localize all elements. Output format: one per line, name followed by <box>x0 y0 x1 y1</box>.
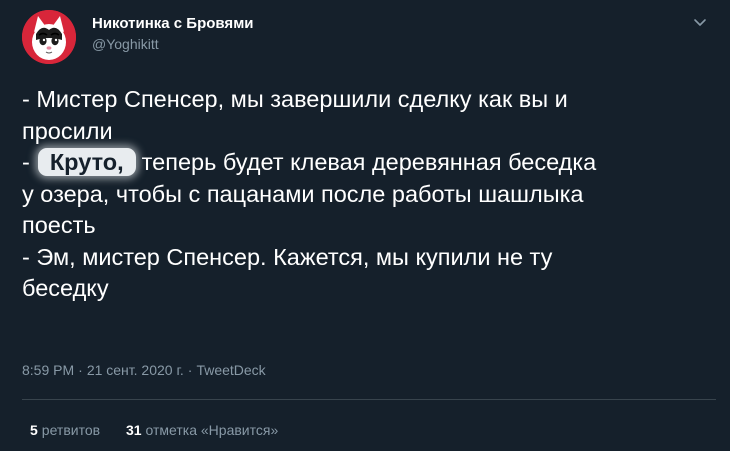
tweet-stats: 5 ретвитов 31 отметка «Нравится» <box>30 420 300 440</box>
chevron-down-icon[interactable] <box>690 12 710 32</box>
retweets-label: ретвитов <box>41 422 101 438</box>
retweets-stat[interactable]: 5 ретвитов <box>30 422 100 438</box>
tweet-line-rest: теперь будет клевая деревянная беседка <box>141 149 597 175</box>
divider <box>22 399 716 400</box>
author-handle[interactable]: @Yoghikitt <box>92 34 254 54</box>
likes-count: 31 <box>125 422 142 438</box>
cat-avatar[interactable] <box>22 10 76 64</box>
tweet-line: поесть <box>22 212 96 238</box>
tweet-line: - Эм, мистер Спенсер. Кажется, мы купили… <box>22 243 553 270</box>
author-display-name[interactable]: Никотинка с Бровями <box>92 14 254 34</box>
tweet-date[interactable]: 21 сент. 2020 г. <box>87 362 184 378</box>
tweet-line: у озера, чтобы с пацанами после работы ш… <box>22 180 584 207</box>
tweet-source[interactable]: TweetDeck <box>196 362 265 378</box>
separator-dot: · <box>187 362 193 378</box>
tweet-line: беседку <box>22 275 109 301</box>
tweet-text: - Мистер Спенсер, мы завершили сделку ка… <box>22 84 712 305</box>
tweet-line-with-highlight: - Круто, теперь будет клевая деревянная бе… <box>22 147 712 179</box>
tweet-meta: 8:59 PM · 21 сент. 2020 г. · TweetDeck <box>22 360 266 380</box>
likes-stat[interactable]: 31 отметка «Нравится» <box>126 422 278 438</box>
tweet-line: просили <box>22 117 113 144</box>
highlighted-word: Круто, <box>37 148 136 176</box>
likes-label: отметка «Нравится» <box>145 422 279 438</box>
separator-dot: · <box>78 362 83 378</box>
tweet: Никотинка с Бровями @Yoghikitt - Мистер … <box>0 0 730 451</box>
tweet-line: - Мистер Спенсер, мы завершили сделку ка… <box>22 86 568 112</box>
cat-avatar-image <box>22 10 76 64</box>
tweet-time[interactable]: 8:59 PM <box>22 362 74 378</box>
retweets-count: 5 <box>30 422 38 438</box>
author-block[interactable]: Никотинка с Бровями @Yoghikitt <box>92 14 254 54</box>
dash: - <box>22 149 30 175</box>
